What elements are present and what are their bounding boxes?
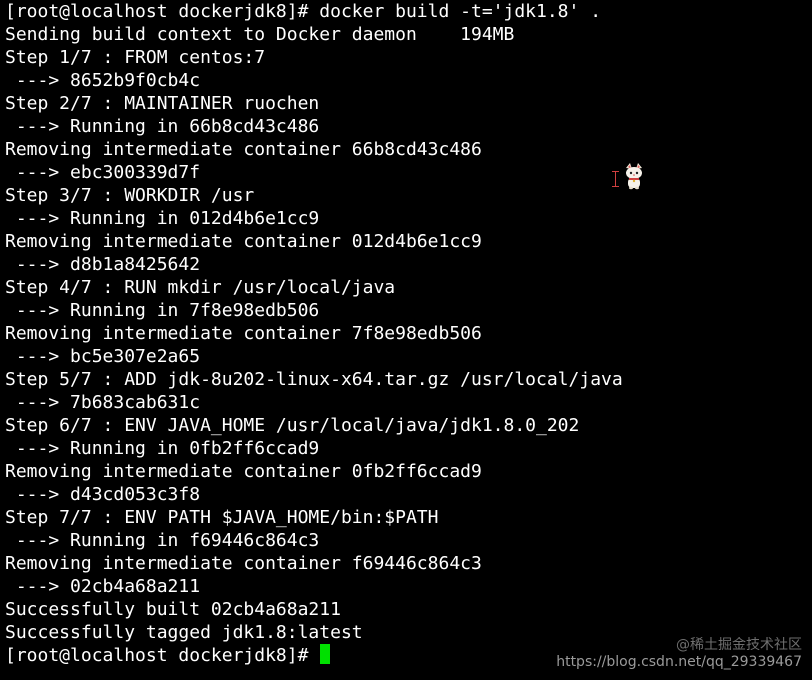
terminal-line: ---> Running in f69446c864c3 [5,530,320,551]
terminal-cursor[interactable] [320,644,331,664]
terminal-line: ---> Running in 0fb2ff6ccad9 [5,438,320,459]
terminal-line: Removing intermediate container f69446c8… [5,553,482,574]
terminal-line: [root@localhost dockerjdk8]# docker buil… [5,1,602,22]
terminal-line: ---> d43cd053c3f8 [5,484,201,505]
watermark-url: https://blog.csdn.net/qq_29339467 [556,654,802,670]
cat-mascot-icon [623,162,645,190]
terminal-line: ---> 7b683cab631c [5,392,201,413]
terminal-line: Removing intermediate container 012d4b6e… [5,231,482,252]
terminal-line: ---> 02cb4a68a211 [5,576,201,597]
terminal-line: ---> bc5e307e2a65 [5,346,201,367]
terminal-line: ---> d8b1a8425642 [5,254,201,275]
terminal-output: [root@localhost dockerjdk8]# docker buil… [5,0,805,667]
terminal-line: ---> 8652b9f0cb4c [5,70,201,91]
terminal-line: Successfully built 02cb4a68a211 [5,599,341,620]
terminal-line: Removing intermediate container 0fb2ff6c… [5,461,482,482]
terminal-line: Step 2/7 : MAINTAINER ruochen [5,93,320,114]
watermark: @稀土掘金技术社区 https://blog.csdn.net/qq_29339… [556,637,802,671]
watermark-brand: @稀土掘金技术社区 [676,637,802,653]
terminal-line: Removing intermediate container 7f8e98ed… [5,323,482,344]
terminal-line: ---> Running in 7f8e98edb506 [5,300,320,321]
terminal-line: ---> Running in 012d4b6e1cc9 [5,208,320,229]
terminal-line: Step 3/7 : WORKDIR /usr [5,185,255,206]
terminal-window[interactable]: [root@localhost dockerjdk8]# docker buil… [0,0,812,680]
terminal-line: ---> Running in 66b8cd43c486 [5,116,320,137]
terminal-line: Sending build context to Docker daemon 1… [5,24,515,45]
terminal-line: Step 7/7 : ENV PATH $JAVA_HOME/bin:$PATH [5,507,439,528]
terminal-line: Step 5/7 : ADD jdk-8u202-linux-x64.tar.g… [5,369,623,390]
terminal-prompt: [root@localhost dockerjdk8]# [5,645,320,666]
terminal-line: ---> ebc300339d7f [5,162,201,183]
terminal-line: Step 1/7 : FROM centos:7 [5,47,266,68]
terminal-line: Step 4/7 : RUN mkdir /usr/local/java [5,277,396,298]
terminal-line: Step 6/7 : ENV JAVA_HOME /usr/local/java… [5,415,580,436]
text-cursor-icon [611,171,620,187]
terminal-line: Removing intermediate container 66b8cd43… [5,139,482,160]
